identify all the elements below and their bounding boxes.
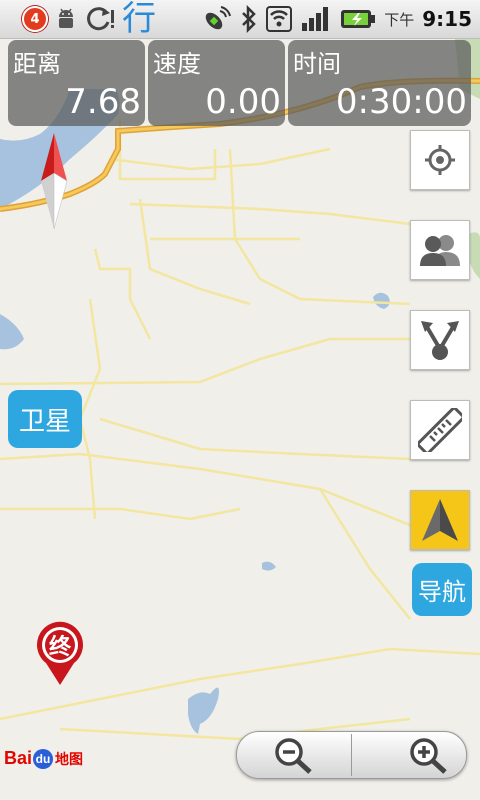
zoom-in-icon <box>410 738 447 774</box>
end-marker[interactable]: 终 <box>34 619 86 687</box>
battery-icon <box>340 7 376 31</box>
compass-arrow-icon <box>422 499 458 541</box>
zoom-out-icon <box>275 738 312 774</box>
status-bar: 4 行 下午 9:15 <box>0 0 480 39</box>
end-marker-label: 终 <box>48 635 71 660</box>
gps-icon <box>202 5 232 33</box>
speed-panel: 速度 0.00 <box>148 40 285 126</box>
locate-button[interactable] <box>410 130 470 190</box>
sync-alert-icon <box>86 6 116 32</box>
signal-icon <box>300 5 332 33</box>
navigation-button[interactable]: 导航 <box>412 563 472 616</box>
satellite-button[interactable]: 卫星 <box>8 390 82 448</box>
bluetooth-icon <box>240 5 258 33</box>
locate-icon <box>425 145 455 175</box>
time-panel: 时间 0:30:00 <box>288 40 471 126</box>
distance-panel: 距离 7.68 <box>8 40 145 126</box>
zoom-in-button[interactable] <box>352 732 466 778</box>
clock-time: 9:15 <box>422 7 472 31</box>
android-debug-icon <box>54 7 78 31</box>
time-label: 时间 <box>293 50 341 78</box>
friends-icon <box>420 235 460 266</box>
compass-mode-button[interactable] <box>410 490 470 550</box>
logo-du: du <box>33 748 54 769</box>
speed-label: 速度 <box>153 50 201 78</box>
speed-value: 0.00 <box>205 82 281 122</box>
app-title-char: 行 <box>122 0 156 39</box>
ruler-icon <box>418 408 462 452</box>
zoom-out-button[interactable] <box>237 732 351 778</box>
notification-badge[interactable]: 4 <box>22 6 48 32</box>
distance-value: 7.68 <box>65 82 141 122</box>
zoom-controls <box>236 731 467 779</box>
wifi-icon <box>266 5 293 33</box>
logo-text: 地图 <box>55 750 84 767</box>
distance-label: 距离 <box>13 50 61 78</box>
share-button[interactable] <box>410 310 470 370</box>
friends-button[interactable] <box>410 220 470 280</box>
baidu-map-logo: Bai du 地图 <box>4 748 83 769</box>
time-period: 下午 <box>384 10 415 29</box>
ruler-button[interactable] <box>410 400 470 460</box>
time-value: 0:30:00 <box>335 82 467 122</box>
logo-bai: Bai <box>4 748 33 768</box>
share-icon <box>421 321 459 360</box>
